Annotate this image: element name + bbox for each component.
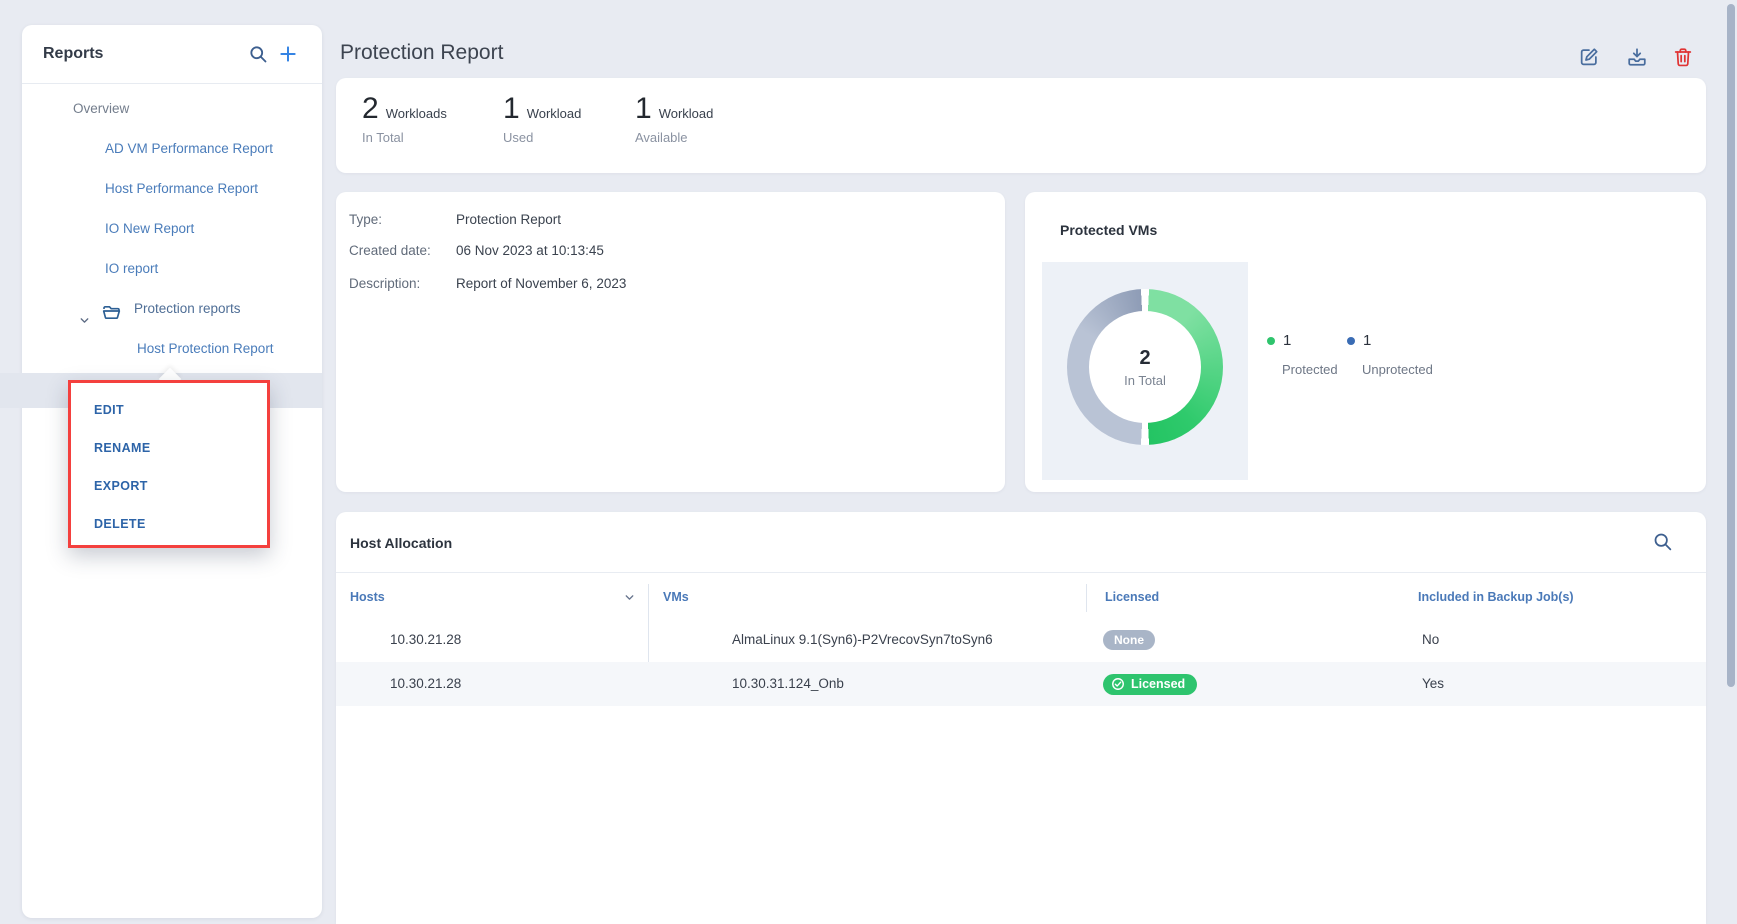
chevron-down-icon[interactable] [78,303,91,316]
edit-icon[interactable] [1578,46,1600,68]
check-circle-icon [1111,677,1125,691]
cell-host: 10.30.21.28 [390,618,461,662]
sidebar-item-protection-reports-folder[interactable]: Protection reports [22,289,322,329]
table-row[interactable]: 10.30.21.28 AlmaLinux 9.1(Syn6)-P2Vrecov… [336,618,1706,662]
stat-value: 2 [362,92,379,126]
add-report-icon[interactable] [278,44,298,64]
sidebar-title: Reports [43,25,103,83]
sidebar-item-host-protection-report[interactable]: Host Protection Report [22,329,322,369]
detail-row-description: Description: Report of November 6, 2023 [349,274,626,294]
stat-unit: Workloads [386,106,447,121]
menu-item-edit[interactable]: EDIT [71,391,267,429]
cell-included-in-backup: No [1422,618,1439,662]
stat-value: 1 [503,92,520,126]
donut-total-value: 2 [1139,347,1150,370]
stat-unit: Workload [659,106,714,121]
search-icon[interactable] [1652,531,1673,552]
legend-item-unprotected: 1 Unprotected [1347,332,1433,377]
status-badge-none: None [1103,630,1155,650]
donut-total-label: In Total [1124,373,1166,388]
cell-vm: 10.30.31.124_Onb [732,662,844,706]
cell-vm: AlmaLinux 9.1(Syn6)-P2VrecovSyn7toSyn6 [732,618,993,662]
sidebar-header: Reports [22,25,322,83]
export-download-icon[interactable] [1626,46,1648,68]
host-allocation-card: Host Allocation Hosts VMs Licensed Inclu… [336,512,1706,924]
chevron-down-icon[interactable] [623,591,636,604]
sidebar-item-overview[interactable]: Overview [22,89,322,129]
detail-row-type: Type: Protection Report [349,210,561,230]
detail-label: Description: [349,274,456,294]
stat-caption: Used [503,130,581,145]
sidebar-item-io-new-report[interactable]: IO New Report [22,209,322,249]
search-icon[interactable] [248,44,268,64]
menu-item-delete[interactable]: DELETE [71,505,267,543]
sidebar-item-io-report[interactable]: IO report [22,249,322,289]
detail-label: Created date: [349,241,456,261]
menu-item-export[interactable]: EXPORT [71,467,267,505]
sidebar-item-ad-vm-performance-report[interactable]: AD VM Performance Report [22,129,322,169]
stat-available-workloads: 1 Workload Available [635,92,713,145]
protected-vms-title: Protected VMs [1060,222,1157,238]
column-divider [1086,584,1087,612]
stat-total-workloads: 2 Workloads In Total [362,92,447,145]
legend-dot-protected [1267,337,1275,345]
sidebar-divider [22,83,322,84]
table-row[interactable]: 10.30.21.28 10.30.31.124_Onb Licensed Ye… [336,662,1706,706]
stat-used-workloads: 1 Workload Used [503,92,581,145]
sidebar-item-label: Protection reports [22,289,322,329]
donut-chart-panel: 2 In Total [1042,262,1248,480]
cell-licensed: Licensed [1103,662,1197,706]
legend-dot-unprotected [1347,337,1355,345]
cell-host: 10.30.21.28 [390,662,461,706]
host-allocation-title: Host Allocation [350,535,452,551]
legend-value: 1 [1283,332,1291,349]
column-header-included-in-backup-jobs[interactable]: Included in Backup Job(s) [1418,589,1574,605]
detail-value: 06 Nov 2023 at 10:13:45 [456,241,604,261]
workloads-summary-card: 2 Workloads In Total 1 Workload Used 1 W… [336,78,1706,173]
detail-value: Protection Report [456,210,561,230]
page-title: Protection Report [340,41,503,65]
column-header-vms[interactable]: VMs [663,589,689,605]
menu-item-rename[interactable]: RENAME [71,429,267,467]
host-allocation-divider [336,572,1706,573]
cell-licensed: None [1103,618,1155,662]
report-details-card: Type: Protection Report Created date: 06… [336,192,1005,492]
vertical-scrollbar-thumb[interactable] [1727,4,1735,687]
column-header-hosts[interactable]: Hosts [350,589,385,605]
legend-label: Unprotected [1362,362,1433,377]
detail-value: Report of November 6, 2023 [456,274,626,294]
protected-vms-card: Protected VMs 2 In Total 1 Protected 1 U… [1025,192,1706,492]
stat-caption: Available [635,130,713,145]
detail-row-created-date: Created date: 06 Nov 2023 at 10:13:45 [349,241,604,261]
sidebar-item-host-performance-report[interactable]: Host Performance Report [22,169,322,209]
legend-value: 1 [1363,332,1371,349]
folder-open-icon [101,299,122,319]
protected-vms-donut-chart: 2 In Total [1067,289,1223,445]
legend-label: Protected [1282,362,1338,377]
badge-label: Licensed [1131,677,1185,692]
stat-caption: In Total [362,130,447,145]
column-header-licensed[interactable]: Licensed [1105,589,1159,605]
app-root: Reports Overview AD VM Performance Repor… [0,0,1737,924]
status-badge-licensed: Licensed [1103,674,1197,695]
report-context-menu: EDIT RENAME EXPORT DELETE [68,380,270,548]
trash-icon[interactable] [1672,46,1694,68]
legend-item-protected: 1 Protected [1267,332,1338,377]
cell-included-in-backup: Yes [1422,662,1444,706]
detail-label: Type: [349,210,456,230]
stat-unit: Workload [527,106,582,121]
donut-center: 2 In Total [1089,311,1201,423]
stat-value: 1 [635,92,652,126]
